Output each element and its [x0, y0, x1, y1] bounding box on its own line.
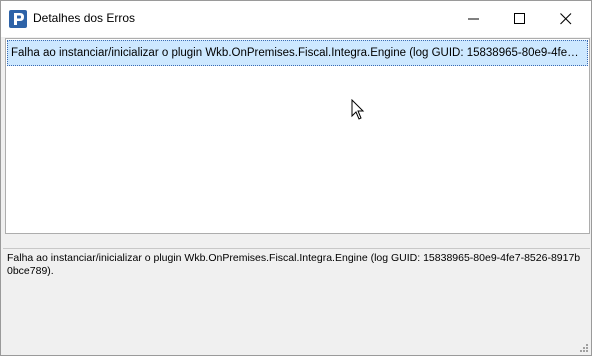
resize-grip-icon[interactable]	[579, 343, 589, 353]
window-title: Detalhes dos Erros	[33, 11, 136, 25]
minimize-icon	[468, 18, 479, 20]
maximize-icon	[514, 13, 525, 24]
title-bar[interactable]: Detalhes dos Erros	[1, 1, 591, 37]
error-detail-panel[interactable]: Falha ao instanciar/inicializar o plugin…	[3, 248, 590, 350]
p-app-icon	[9, 10, 27, 28]
close-button[interactable]	[543, 1, 589, 37]
maximize-button[interactable]	[497, 1, 543, 37]
error-details-window: Detalhes dos Erros Falha ao instanciar/i…	[0, 0, 592, 356]
mouse-cursor-icon	[351, 99, 365, 120]
error-list-row-text: Falha ao instanciar/inicializar o plugin…	[11, 47, 585, 59]
minimize-button[interactable]	[451, 1, 497, 37]
close-icon	[560, 13, 572, 25]
error-list-row[interactable]: Falha ao instanciar/inicializar o plugin…	[7, 40, 588, 66]
error-list[interactable]: Falha ao instanciar/inicializar o plugin…	[5, 38, 590, 234]
error-detail-text: Falha ao instanciar/inicializar o plugin…	[7, 252, 581, 277]
